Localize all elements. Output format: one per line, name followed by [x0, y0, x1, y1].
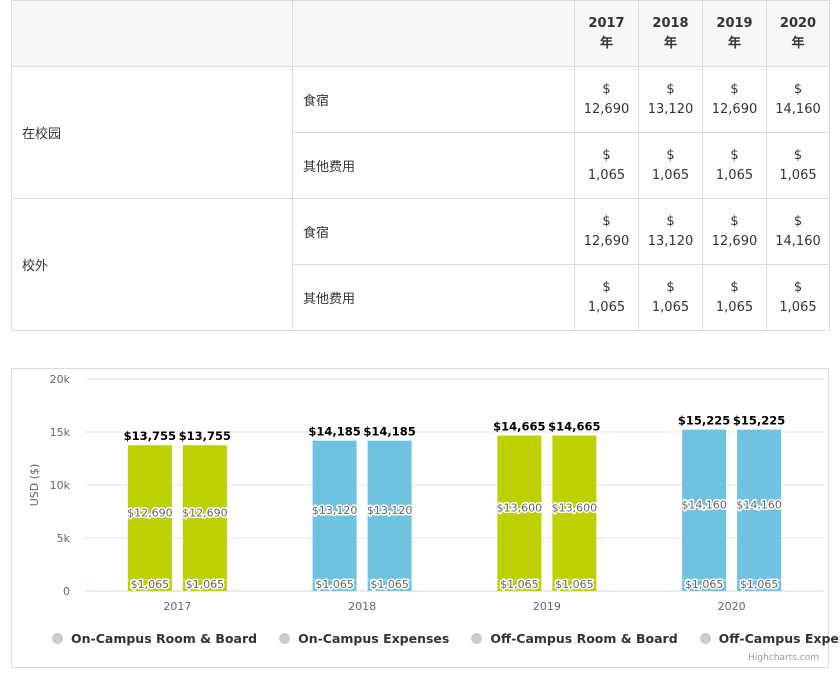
table-cell: $12,690: [574, 66, 639, 133]
data-label: $1,065: [315, 578, 354, 591]
header-blank-2: [292, 0, 575, 67]
table-cell: $1,065: [702, 264, 767, 331]
data-label: $13,600: [497, 502, 543, 515]
data-label: $13,120: [312, 504, 358, 517]
chart-legend: On-Campus Room & Board On-Campus Expense…: [52, 631, 840, 646]
data-label: $1,065: [685, 578, 724, 591]
total-label: $15,225: [733, 414, 785, 428]
y-tick-label: 15k: [50, 426, 71, 439]
legend-item-off-campus-room-board[interactable]: Off-Campus Room & Board: [471, 631, 678, 646]
legend-item-off-campus-expenses[interactable]: Off-Campus Expenses: [699, 631, 840, 646]
header-year-2018: 2018 年: [638, 0, 703, 67]
data-label: $1,065: [186, 578, 225, 591]
header-blank-1: [11, 0, 293, 67]
table-cell: $1,065: [638, 132, 703, 199]
y-tick-label: 0: [63, 585, 70, 598]
header-year-2017: 2017 年: [574, 0, 639, 67]
legend-label: Off-Campus Expenses: [718, 631, 840, 646]
y-tick-label: 5k: [57, 532, 71, 545]
group-label-off-campus: 校外: [11, 198, 293, 331]
data-label: $14,160: [681, 499, 727, 512]
header-year-2019: 2019 年: [702, 0, 767, 67]
table-cell: $13,120: [638, 198, 703, 265]
legend-label: Off-Campus Room & Board: [490, 631, 678, 646]
table-cell: $1,065: [574, 264, 639, 331]
chart-credits[interactable]: Highcharts.com: [748, 653, 819, 663]
total-label: $13,755: [179, 429, 231, 443]
table-cell: $1,065: [638, 264, 703, 331]
data-label: $12,690: [182, 506, 228, 519]
cost-chart: 0 5k 10k 15k 20k USD ($) 2017 $12,690 $1,065 $13,…: [11, 368, 840, 668]
total-label: $14,665: [493, 420, 545, 434]
total-label: $14,185: [308, 425, 360, 439]
table-cell: $12,690: [702, 198, 767, 265]
table-cell: $1,065: [574, 132, 639, 199]
cost-table: 2017 年 2018 年 2019 年 2020 年 在校园 食宿 $12,690 $…: [11, 0, 830, 331]
data-label: $1,065: [555, 578, 594, 591]
data-label: $12,690: [127, 506, 173, 519]
y-tick-label: 10k: [50, 479, 71, 492]
table-cell: $14,160: [766, 198, 830, 265]
header-year-2020: 2020 年: [766, 0, 830, 67]
table-row: 在校园 食宿 $12,690 $13,120 $12,690 $14,160: [11, 66, 830, 199]
legend-marker: [279, 633, 291, 644]
legend-label: On-Campus Expenses: [298, 631, 450, 646]
row-label: 其他费用: [292, 132, 575, 199]
table-cell: $1,065: [766, 264, 830, 331]
legend-marker: [52, 633, 63, 644]
total-label: $14,185: [363, 425, 415, 439]
row-label: 其他费用: [292, 264, 575, 331]
row-label: 食宿: [292, 198, 575, 265]
x-tick-label: 2020: [718, 600, 746, 613]
legend-item-on-campus-expenses[interactable]: On-Campus Expenses: [279, 631, 449, 646]
legend-label: On-Campus Room & Board: [71, 631, 258, 646]
data-label: $1,065: [740, 578, 779, 591]
data-label: $13,120: [367, 504, 413, 517]
total-label: $14,665: [548, 420, 600, 434]
y-axis-title: USD ($): [28, 464, 41, 507]
table-row: 校外 食宿 $12,690 $13,120 $12,690 $14,160: [11, 198, 830, 331]
data-label: $13,600: [552, 502, 598, 515]
group-label-on-campus: 在校园: [11, 66, 293, 199]
chart-plot: 0 5k 10k 15k 20k USD ($) 2017 $12,690 $1,065 $13,…: [28, 373, 824, 613]
data-label: $14,160: [736, 499, 782, 512]
table-header-row: 2017 年 2018 年 2019 年 2020 年: [11, 0, 830, 67]
legend-marker: [471, 633, 483, 644]
x-tick-label: 2019: [533, 600, 561, 613]
total-label: $15,225: [678, 414, 730, 428]
x-tick-label: 2017: [163, 600, 191, 613]
table-cell: $1,065: [702, 132, 767, 199]
data-label: $1,065: [500, 578, 539, 591]
table-cell: $12,690: [702, 66, 767, 133]
table-cell: $14,160: [766, 66, 830, 133]
data-label: $1,065: [370, 578, 409, 591]
y-tick-label: 20k: [50, 373, 71, 386]
x-tick-label: 2018: [348, 600, 376, 613]
row-label: 食宿: [292, 66, 575, 133]
table-cell: $12,690: [574, 198, 639, 265]
data-label: $1,065: [131, 578, 170, 591]
table-cell: $1,065: [766, 132, 830, 199]
legend-item-on-campus-room-board[interactable]: On-Campus Room & Board: [52, 631, 257, 646]
total-label: $13,755: [124, 429, 176, 443]
legend-marker: [699, 633, 711, 644]
table-cell: $13,120: [638, 66, 703, 133]
